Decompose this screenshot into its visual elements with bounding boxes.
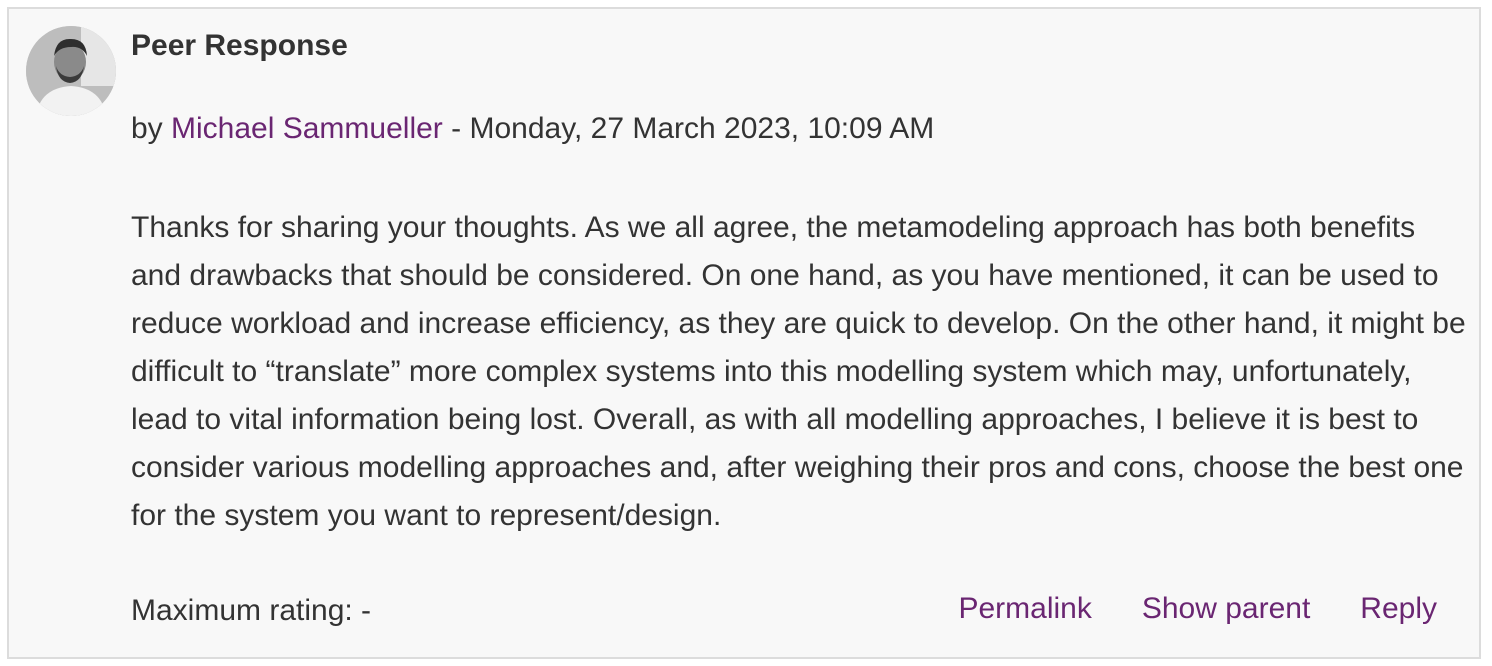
permalink-link[interactable]: Permalink	[958, 592, 1091, 625]
post-date: Monday, 27 March 2023, 10:09 AM	[469, 112, 935, 145]
post-commands: Permalink Show parent Reply	[958, 590, 1437, 628]
author-link[interactable]: Michael Sammueller	[171, 112, 443, 145]
reply-link[interactable]: Reply	[1360, 592, 1437, 625]
byline-prefix: by	[131, 112, 163, 145]
post-title: Peer Response	[131, 29, 348, 62]
forum-post: Peer Response by Michael Sammueller - Mo…	[7, 7, 1481, 659]
post-message: Thanks for sharing your thoughts. As we …	[131, 211, 1466, 532]
avatar[interactable]	[26, 26, 116, 116]
post-byline: by Michael Sammueller - Monday, 27 March…	[131, 110, 934, 148]
rating-label: Maximum rating: -	[131, 594, 372, 627]
post-content: Thanks for sharing your thoughts. As we …	[131, 204, 1466, 540]
show-parent-link[interactable]: Show parent	[1142, 592, 1310, 625]
user-picture-icon	[26, 26, 116, 116]
byline-separator: -	[442, 112, 470, 145]
